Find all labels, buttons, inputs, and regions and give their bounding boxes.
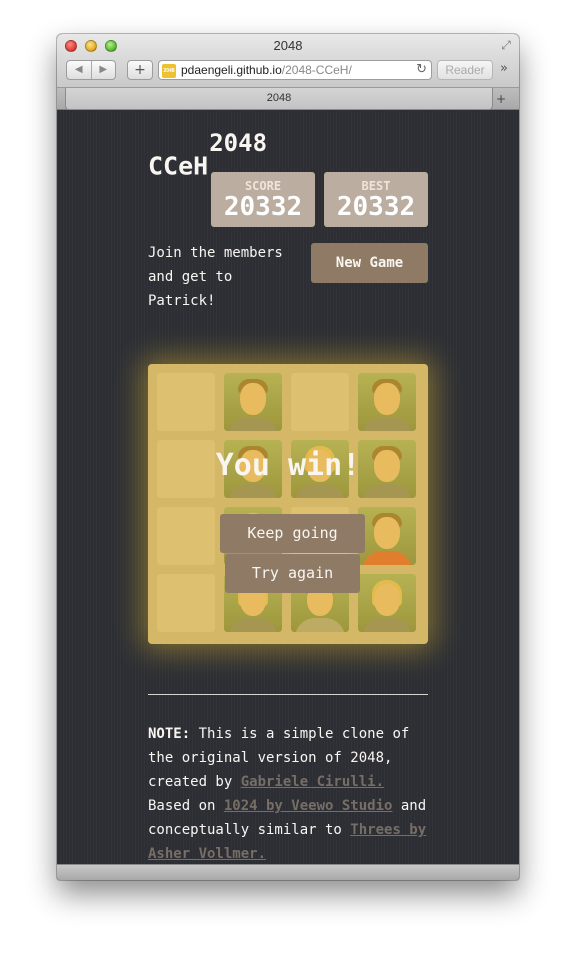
url-path: /2048-CCeH/ [281, 63, 352, 77]
new-tab-icon[interactable]: + [489, 91, 513, 107]
more-toolbar-icon[interactable]: » [500, 61, 508, 76]
add-bookmark-icon[interactable]: + [127, 60, 153, 80]
site-favicon: 2048 [162, 64, 176, 78]
forward-arrow-icon[interactable]: ▶ [90, 61, 116, 79]
win-overlay: You win! Keep going Try again [148, 364, 428, 644]
tab-bar: 2048 + [57, 88, 519, 110]
keep-going-button[interactable]: Keep going [220, 514, 365, 553]
best-value: 20332 [336, 192, 416, 222]
best-label: BEST [361, 179, 391, 193]
note-text-2: Based on [148, 798, 224, 814]
note-label: NOTE: [148, 726, 191, 742]
score-box: SCORE 20332 [211, 172, 315, 227]
best-score-box: BEST 20332 [324, 172, 428, 227]
score-label: SCORE [244, 179, 282, 193]
address-bar[interactable]: 2048 pdaengeli.github.io/2048-CCeH/ ↻ [158, 60, 432, 80]
tab-2048[interactable]: 2048 [65, 88, 493, 110]
window-title: 2048 [273, 38, 303, 53]
link-1024-veewo[interactable]: 1024 by Veewo Studio [224, 798, 393, 814]
game-board[interactable]: You win! Keep going Try again [148, 364, 428, 644]
game-title-text: CCeH [148, 151, 209, 181]
url-text[interactable]: pdaengeli.github.io/2048-CCeH/ [181, 63, 352, 77]
page-content[interactable]: CCeH2048 SCORE 20332 BEST 20332 Join the… [57, 110, 519, 864]
reload-icon[interactable]: ↻ [416, 62, 427, 77]
url-host: pdaengeli.github.io [181, 63, 282, 77]
score-value: 20332 [223, 192, 303, 222]
game-intro: Join the members and get to Patrick! [148, 245, 283, 309]
new-game-button[interactable]: New Game [311, 243, 428, 283]
fullscreen-icon[interactable]: ⤢ [499, 38, 513, 52]
back-arrow-icon[interactable]: ◀ [67, 61, 91, 79]
game-title-superscript: 2048 [209, 129, 268, 157]
win-message: You win! [215, 448, 361, 483]
navigation-buttons: ◀ ▶ [66, 60, 116, 80]
link-gabriele-cirulli[interactable]: Gabriele Cirulli. [241, 774, 384, 790]
status-bar [57, 864, 519, 880]
note-paragraph: NOTE: This is a simple clone of the orig… [148, 722, 430, 864]
title-bar: 2048 ⤢ ◀ ▶ + 2048 pdaengeli.github.io/20… [57, 34, 519, 88]
browser-window: 2048 ⤢ ◀ ▶ + 2048 pdaengeli.github.io/20… [57, 34, 519, 880]
try-again-button[interactable]: Try again [225, 554, 360, 593]
reader-button[interactable]: Reader [437, 60, 493, 80]
divider [148, 694, 428, 695]
